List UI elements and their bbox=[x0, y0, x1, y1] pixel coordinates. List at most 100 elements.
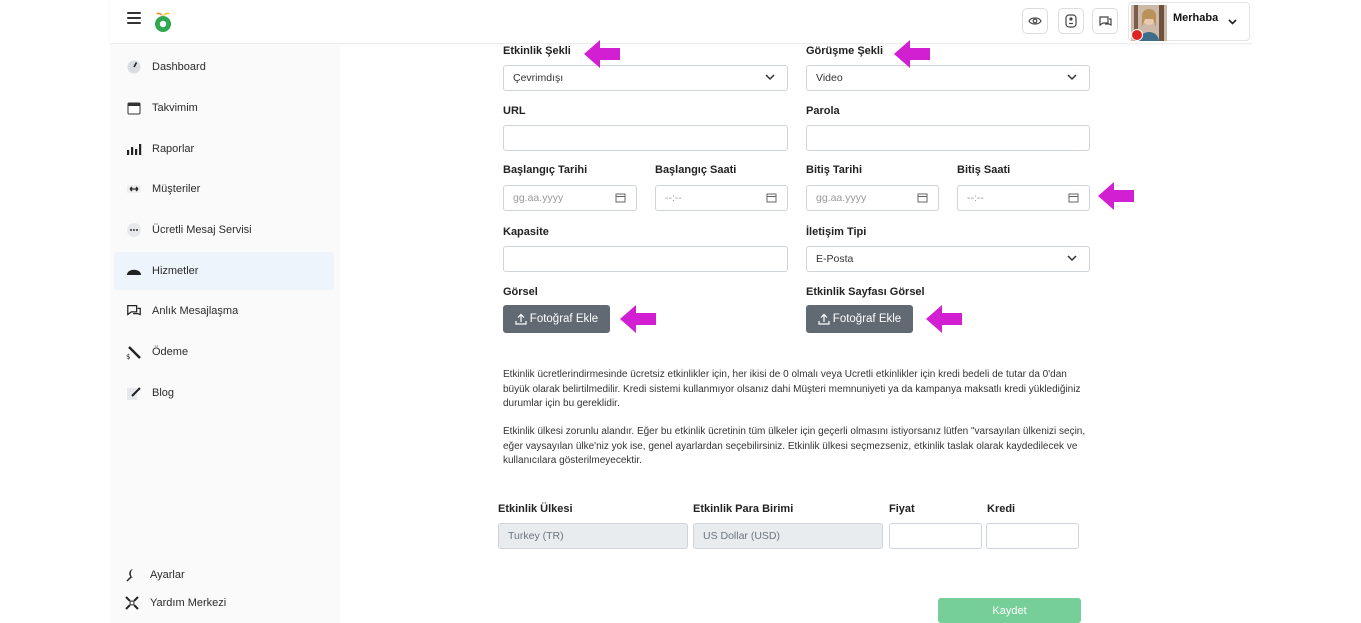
credit-input[interactable] bbox=[986, 523, 1079, 549]
upload-icon bbox=[818, 313, 830, 325]
app-logo[interactable] bbox=[152, 10, 174, 34]
start-date-placeholder: gg.aa.yyyy bbox=[513, 192, 564, 204]
greeting-text: Merhaba bbox=[1173, 12, 1219, 24]
sidebar-item-services[interactable]: Hizmetler bbox=[114, 252, 334, 290]
start-time-input[interactable]: --:-- bbox=[655, 185, 788, 211]
profile-menu[interactable]: Merhaba bbox=[1128, 2, 1250, 41]
settings-icon bbox=[124, 567, 140, 583]
page-image-label: Etkinlik Sayfası Görsel bbox=[806, 286, 925, 298]
sidebar-item-label: Takvimim bbox=[152, 102, 198, 114]
calendar-icon[interactable] bbox=[766, 192, 777, 203]
messages-button[interactable] bbox=[1092, 8, 1118, 34]
capacity-label: Kapasite bbox=[503, 226, 549, 238]
meeting-type-value: Video bbox=[816, 72, 843, 84]
chat-icon bbox=[126, 303, 142, 319]
end-date-placeholder: gg.aa.yyyy bbox=[816, 192, 867, 204]
image-label: Görsel bbox=[503, 286, 538, 298]
event-type-value: Çevrimdışı bbox=[513, 72, 564, 84]
sidebar-item-settings[interactable]: Ayarlar bbox=[124, 565, 185, 585]
sidebar-item-blog[interactable]: Blog bbox=[114, 374, 334, 412]
arrow-left-icon bbox=[1098, 182, 1134, 210]
status-dot bbox=[1131, 29, 1143, 41]
sidebar-item-label: Raporlar bbox=[152, 143, 195, 155]
arrow-left-icon bbox=[584, 40, 620, 68]
contact-type-label: İletişim Tipi bbox=[806, 226, 867, 238]
currency-label: Etkinlik Para Birimi bbox=[693, 503, 794, 515]
chevron-down-icon bbox=[1228, 19, 1237, 25]
event-type-select[interactable]: Çevrimdışı bbox=[503, 65, 788, 91]
end-time-label: Bitiş Saati bbox=[957, 164, 1011, 176]
capacity-input[interactable] bbox=[503, 246, 788, 272]
dashboard-icon bbox=[126, 59, 142, 75]
start-date-input[interactable]: gg.aa.yyyy bbox=[503, 185, 637, 211]
chevron-down-icon bbox=[1067, 255, 1077, 262]
upload-page-photo-button[interactable]: Fotoğraf Ekle bbox=[806, 305, 913, 333]
preview-button[interactable] bbox=[1022, 8, 1048, 34]
upload-label: Fotoğraf Ekle bbox=[529, 313, 599, 325]
calendar-icon[interactable] bbox=[1068, 192, 1079, 203]
price-label: Fiyat bbox=[889, 503, 915, 515]
price-input[interactable] bbox=[889, 523, 982, 549]
sidebar: Dashboard Takvimim Raporlar Müşteriler Ü… bbox=[110, 44, 340, 623]
menu-icon[interactable] bbox=[127, 12, 141, 24]
arrow-left-icon bbox=[894, 40, 930, 68]
sidebar-item-label: Anlık Mesajlaşma bbox=[152, 305, 239, 317]
sidebar-item-label: Hizmetler bbox=[152, 265, 199, 277]
end-time-input[interactable]: --:-- bbox=[957, 185, 1090, 211]
sidebar-item-label: Müşteriler bbox=[152, 183, 201, 195]
svg-text:$: $ bbox=[126, 353, 130, 360]
end-date-input[interactable]: gg.aa.yyyy bbox=[806, 185, 939, 211]
avatar bbox=[1131, 5, 1167, 41]
sidebar-item-label: Yardım Merkezi bbox=[150, 597, 227, 609]
credit-label: Kredi bbox=[987, 503, 1016, 515]
url-input[interactable] bbox=[503, 125, 788, 151]
country-label: Etkinlik Ülkesi bbox=[498, 503, 573, 515]
password-input[interactable] bbox=[806, 125, 1090, 151]
upload-photo-button[interactable]: Fotoğraf Ekle bbox=[503, 305, 610, 333]
sidebar-item-label: Blog bbox=[152, 387, 175, 399]
upload-icon bbox=[515, 313, 527, 325]
sidebar-item-payment[interactable]: $ Ödeme bbox=[114, 333, 334, 371]
services-icon bbox=[126, 263, 142, 279]
sidebar-item-dashboard[interactable]: Dashboard bbox=[114, 48, 334, 86]
sidebar-item-customers[interactable]: Müşteriler bbox=[114, 170, 334, 208]
sidebar-item-reports[interactable]: Raporlar bbox=[114, 130, 334, 168]
more-dots-icon bbox=[126, 222, 142, 238]
toggle-icon bbox=[1065, 14, 1077, 28]
meeting-type-label: Görüşme Şekli bbox=[806, 45, 884, 57]
sidebar-item-instant-messaging[interactable]: Anlık Mesajlaşma bbox=[114, 292, 334, 330]
start-time-label: Başlangıç Saati bbox=[655, 164, 737, 176]
upload-label: Fotoğraf Ekle bbox=[832, 313, 902, 325]
meeting-type-select[interactable]: Video bbox=[806, 65, 1090, 91]
pen-icon bbox=[126, 385, 142, 401]
chat-icon bbox=[1099, 16, 1112, 27]
sidebar-item-calendar[interactable]: Takvimim bbox=[114, 89, 334, 127]
sidebar-item-label: Ayarlar bbox=[150, 569, 185, 581]
sidebar-item-help[interactable]: Yardım Merkezi bbox=[124, 593, 226, 613]
start-time-placeholder: --:-- bbox=[665, 192, 682, 204]
calendar-icon[interactable] bbox=[615, 192, 626, 203]
country-select[interactable]: Turkey (TR) bbox=[498, 523, 688, 549]
sidebar-item-label: Ücretli Mesaj Servisi bbox=[152, 224, 252, 236]
contact-type-value: E-Posta bbox=[816, 253, 854, 265]
event-type-label: Etkinlik Şekli bbox=[503, 45, 571, 57]
currency-select[interactable]: US Dollar (USD) bbox=[693, 523, 883, 549]
country-value: Turkey (TR) bbox=[508, 530, 564, 542]
payment-icon: $ bbox=[126, 344, 142, 360]
currency-value: US Dollar (USD) bbox=[703, 530, 781, 542]
toggle-button[interactable] bbox=[1058, 8, 1084, 34]
eye-icon bbox=[1028, 17, 1042, 25]
bar-chart-icon bbox=[126, 141, 142, 157]
sidebar-item-paid-messages[interactable]: Ücretli Mesaj Servisi bbox=[114, 211, 334, 249]
end-time-placeholder: --:-- bbox=[967, 192, 984, 204]
url-label: URL bbox=[503, 105, 526, 117]
save-button[interactable]: Kaydet bbox=[938, 598, 1081, 623]
arrow-left-icon bbox=[926, 305, 962, 333]
contact-type-select[interactable]: E-Posta bbox=[806, 246, 1090, 272]
calendar-icon bbox=[126, 100, 142, 116]
country-info-text: Etkinlik ülkesi zorunlu alandır. Eğer bu… bbox=[503, 426, 1086, 466]
sidebar-item-label: Dashboard bbox=[152, 61, 206, 73]
sidebar-item-label: Ödeme bbox=[152, 346, 189, 358]
help-icon bbox=[124, 595, 140, 611]
calendar-icon[interactable] bbox=[917, 192, 928, 203]
